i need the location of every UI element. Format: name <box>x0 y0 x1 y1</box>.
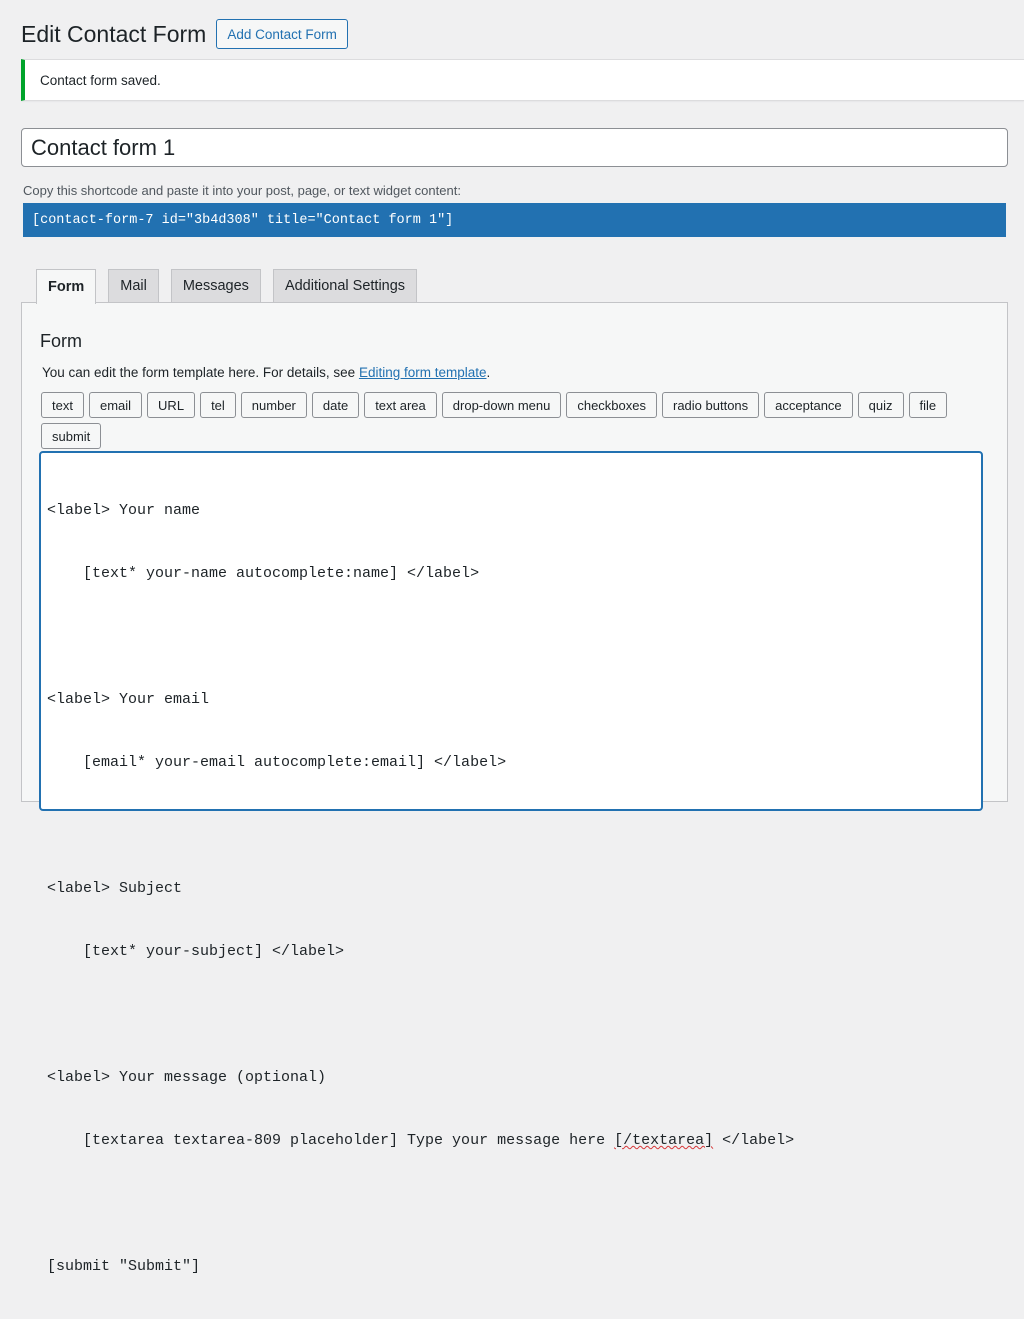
tag-button-file[interactable]: file <box>908 392 948 418</box>
tab-mail[interactable]: Mail <box>108 269 159 302</box>
shortcode-text[interactable]: [contact-form-7 id="3b4d308" title="Cont… <box>32 213 453 228</box>
panel-desc-text: You can edit the form template here. For… <box>42 365 359 380</box>
tag-button-email[interactable]: email <box>88 392 143 418</box>
editor-line: <label> Your name <box>47 502 201 519</box>
shortcode-hint: Copy this shortcode and paste it into yo… <box>23 183 461 198</box>
tag-button-acceptance[interactable]: acceptance <box>764 392 853 418</box>
editor-line: [submit "Submit"] <box>47 1258 201 1275</box>
editor-text: </label> <box>713 1132 795 1149</box>
tag-button-date[interactable]: date <box>311 392 360 418</box>
panel-desc-suffix: . <box>486 365 491 380</box>
tag-button-text[interactable]: text <box>41 392 84 418</box>
tab-form[interactable]: Form <box>36 269 97 304</box>
editor-line-textarea: [textarea textarea-809 placeholder] Type… <box>47 1130 975 1151</box>
tag-generator-buttons: text email URL tel number date text area… <box>41 392 991 454</box>
tag-button-dropdown[interactable]: drop-down menu <box>441 392 562 418</box>
editor-line: [text* your-subject] </label> <box>83 943 345 960</box>
success-notice: Contact form saved. <box>21 59 1024 101</box>
editor-line: [email* your-email autocomplete:email] <… <box>83 754 507 771</box>
editing-form-template-link[interactable]: Editing form template <box>359 365 487 380</box>
panel-description: You can edit the form template here. For… <box>42 365 490 380</box>
tab-additional-settings[interactable]: Additional Settings <box>272 269 418 302</box>
shortcode-field[interactable]: [contact-form-7 id="3b4d308" title="Cont… <box>23 203 1006 237</box>
tab-messages[interactable]: Messages <box>170 269 261 302</box>
notice-text: Contact form saved. <box>40 72 161 88</box>
editor-line: <label> Your email <box>47 691 210 708</box>
tag-button-checkboxes[interactable]: checkboxes <box>566 392 657 418</box>
editor-line: <label> Your message (optional) <box>47 1069 327 1086</box>
form-title-input[interactable] <box>21 128 1008 167</box>
editor-line: [text* your-name autocomplete:name] </la… <box>83 565 480 582</box>
page-header: Edit Contact Form Add Contact Form <box>21 18 348 50</box>
add-contact-form-button[interactable]: Add Contact Form <box>216 19 348 49</box>
form-panel: Form You can edit the form template here… <box>21 302 1008 1275</box>
tag-button-submit[interactable]: submit <box>41 423 102 449</box>
tag-button-tel[interactable]: tel <box>200 392 236 418</box>
tag-button-quiz[interactable]: quiz <box>857 392 904 418</box>
page-title: Edit Contact Form <box>21 21 207 47</box>
tag-button-url[interactable]: URL <box>147 392 196 418</box>
spellcheck-underline: [/textarea] <box>614 1132 714 1149</box>
tag-button-number[interactable]: number <box>240 392 307 418</box>
panel-title: Form <box>40 331 82 351</box>
editor-text: [textarea textarea-809 placeholder] Type… <box>83 1132 615 1149</box>
form-template-editor[interactable]: <label> Your name [text* your-name autoc… <box>39 451 983 1275</box>
tab-bar: Form Mail Messages Additional Settings <box>36 269 429 304</box>
tag-button-radio[interactable]: radio buttons <box>662 392 760 418</box>
editor-line: <label> Subject <box>47 880 183 897</box>
tag-button-textarea[interactable]: text area <box>364 392 437 418</box>
